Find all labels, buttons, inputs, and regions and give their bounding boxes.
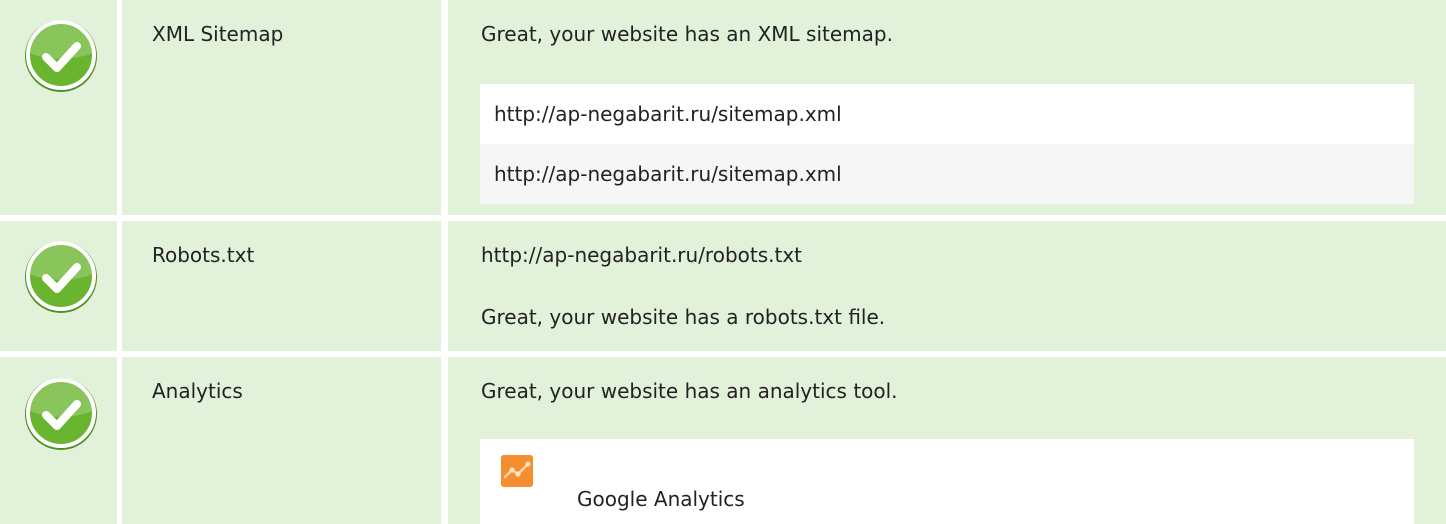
- analytics-tool-item: Google Analytics: [480, 439, 1414, 524]
- check-name-cell: XML Sitemap: [122, 0, 441, 215]
- check-circle-icon: [25, 378, 97, 450]
- status-cell: [0, 221, 117, 351]
- check-name-cell: Analytics: [122, 357, 441, 524]
- sitemap-url: http://ap-negabarit.ru/sitemap.xml: [480, 144, 1414, 204]
- check-detail-cell: http://ap-negabarit.ru/robots.txt Great,…: [448, 221, 1446, 351]
- check-message: Great, your website has a robots.txt fil…: [481, 305, 886, 329]
- robots-url: http://ap-negabarit.ru/robots.txt: [481, 243, 803, 267]
- report-row-xml-sitemap: XML Sitemap Great, your website has an X…: [0, 0, 1446, 215]
- status-cell: [0, 357, 117, 524]
- check-name: Analytics: [152, 379, 243, 403]
- check-circle-icon: [25, 20, 97, 92]
- check-name: Robots.txt: [152, 243, 255, 267]
- check-detail-cell: Great, your website has an analytics too…: [448, 357, 1446, 524]
- google-analytics-icon: [501, 455, 533, 487]
- check-detail-cell: Great, your website has an XML sitemap. …: [448, 0, 1446, 215]
- check-name-cell: Robots.txt: [122, 221, 441, 351]
- sitemap-url: http://ap-negabarit.ru/sitemap.xml: [480, 84, 1414, 144]
- check-name: XML Sitemap: [152, 22, 284, 46]
- seo-report-section: XML Sitemap Great, your website has an X…: [0, 0, 1446, 524]
- status-cell: [0, 0, 117, 215]
- check-message: Great, your website has an analytics too…: [481, 379, 898, 403]
- analytics-tool-name: Google Analytics: [577, 487, 745, 511]
- report-row-analytics: Analytics Great, your website has an ana…: [0, 357, 1446, 524]
- check-circle-icon: [25, 241, 97, 313]
- report-row-robots-txt: Robots.txt http://ap-negabarit.ru/robots…: [0, 221, 1446, 351]
- check-message: Great, your website has an XML sitemap.: [481, 22, 893, 46]
